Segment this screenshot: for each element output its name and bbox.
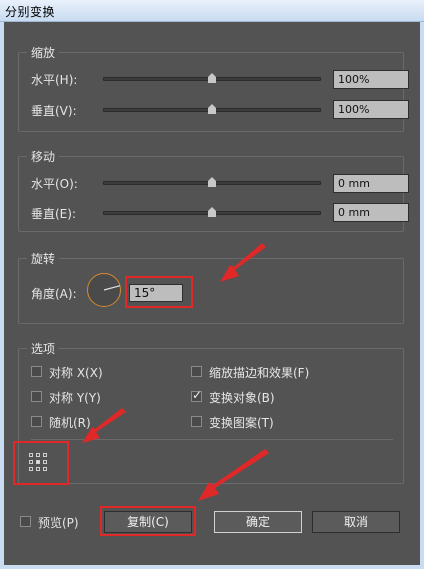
scale-horizontal-label: 水平(H): [31,73,78,87]
preview-label: 预览(P) [38,516,79,530]
transform-objects-label: 变换对象(B) [209,391,275,405]
scale-vertical-input[interactable]: 100% [333,100,409,119]
checkbox-transform-patterns[interactable] [191,416,202,427]
window-frame-bottom [0,565,424,569]
scale-strokes-label: 缩放描边和效果(F) [209,366,310,380]
checkbox-preview[interactable] [20,516,31,527]
rotate-legend: 旋转 [27,250,60,267]
angle-highlight-box [125,276,193,308]
checkbox-reflect-x[interactable] [31,366,42,377]
checkbox-reflect-y[interactable] [31,391,42,402]
reference-point-highlight-box [13,441,69,485]
move-horizontal-label: 水平(O): [31,177,78,191]
move-vertical-input[interactable]: 0 mm [333,203,409,222]
ok-button[interactable]: 确定 [214,511,302,533]
move-horizontal-input[interactable]: 0 mm [333,174,409,193]
move-legend: 移动 [27,148,60,165]
angle-dial[interactable] [87,273,121,307]
move-vertical-slider-thumb[interactable] [208,207,216,217]
move-group: 移动 水平(O): 0 mm 垂直(E): 0 mm [18,148,409,232]
window-frame-left [0,22,4,569]
move-vertical-label: 垂直(E): [31,207,76,221]
reflect-x-label: 对称 X(X) [49,366,103,380]
move-horizontal-slider[interactable] [103,177,321,187]
checkmark-icon: ✓ [192,388,203,402]
random-label: 随机(R) [49,416,91,430]
checkbox-random[interactable] [31,416,42,427]
scale-vertical-label: 垂直(V): [31,104,77,118]
cancel-button[interactable]: 取消 [312,511,400,533]
rotate-group: 旋转 角度(A): 15° [18,250,404,324]
reflect-y-label: 对称 Y(Y) [49,391,101,405]
angle-dial-indicator-icon [103,285,121,291]
scale-group: 缩放 水平(H): 100% 垂直(V): 100% [18,44,409,132]
title-bar: 分别变换 [0,0,424,22]
options-group: 选项 对称 X(X) 对称 Y(Y) 随机(R) 缩放描边和效果(F) ✓ 变换… [13,340,404,485]
window-frame-right [420,22,424,569]
rotate-angle-label: 角度(A): [31,287,77,301]
copy-highlight-box [100,506,196,536]
scale-horizontal-slider[interactable] [103,73,321,83]
options-divider [31,439,393,440]
checkbox-transform-objects[interactable]: ✓ [191,388,203,402]
window-title: 分别变换 [5,5,56,19]
move-horizontal-slider-thumb[interactable] [208,177,216,187]
checkbox-scale-strokes[interactable] [191,366,202,377]
scale-horizontal-input[interactable]: 100% [333,70,409,89]
options-legend: 选项 [27,340,60,357]
scale-horizontal-slider-thumb[interactable] [208,73,216,83]
transform-patterns-label: 变换图案(T) [209,416,274,430]
scale-legend: 缩放 [27,44,60,61]
scale-vertical-slider[interactable] [103,104,321,114]
move-vertical-slider[interactable] [103,207,321,217]
scale-vertical-slider-thumb[interactable] [208,104,216,114]
